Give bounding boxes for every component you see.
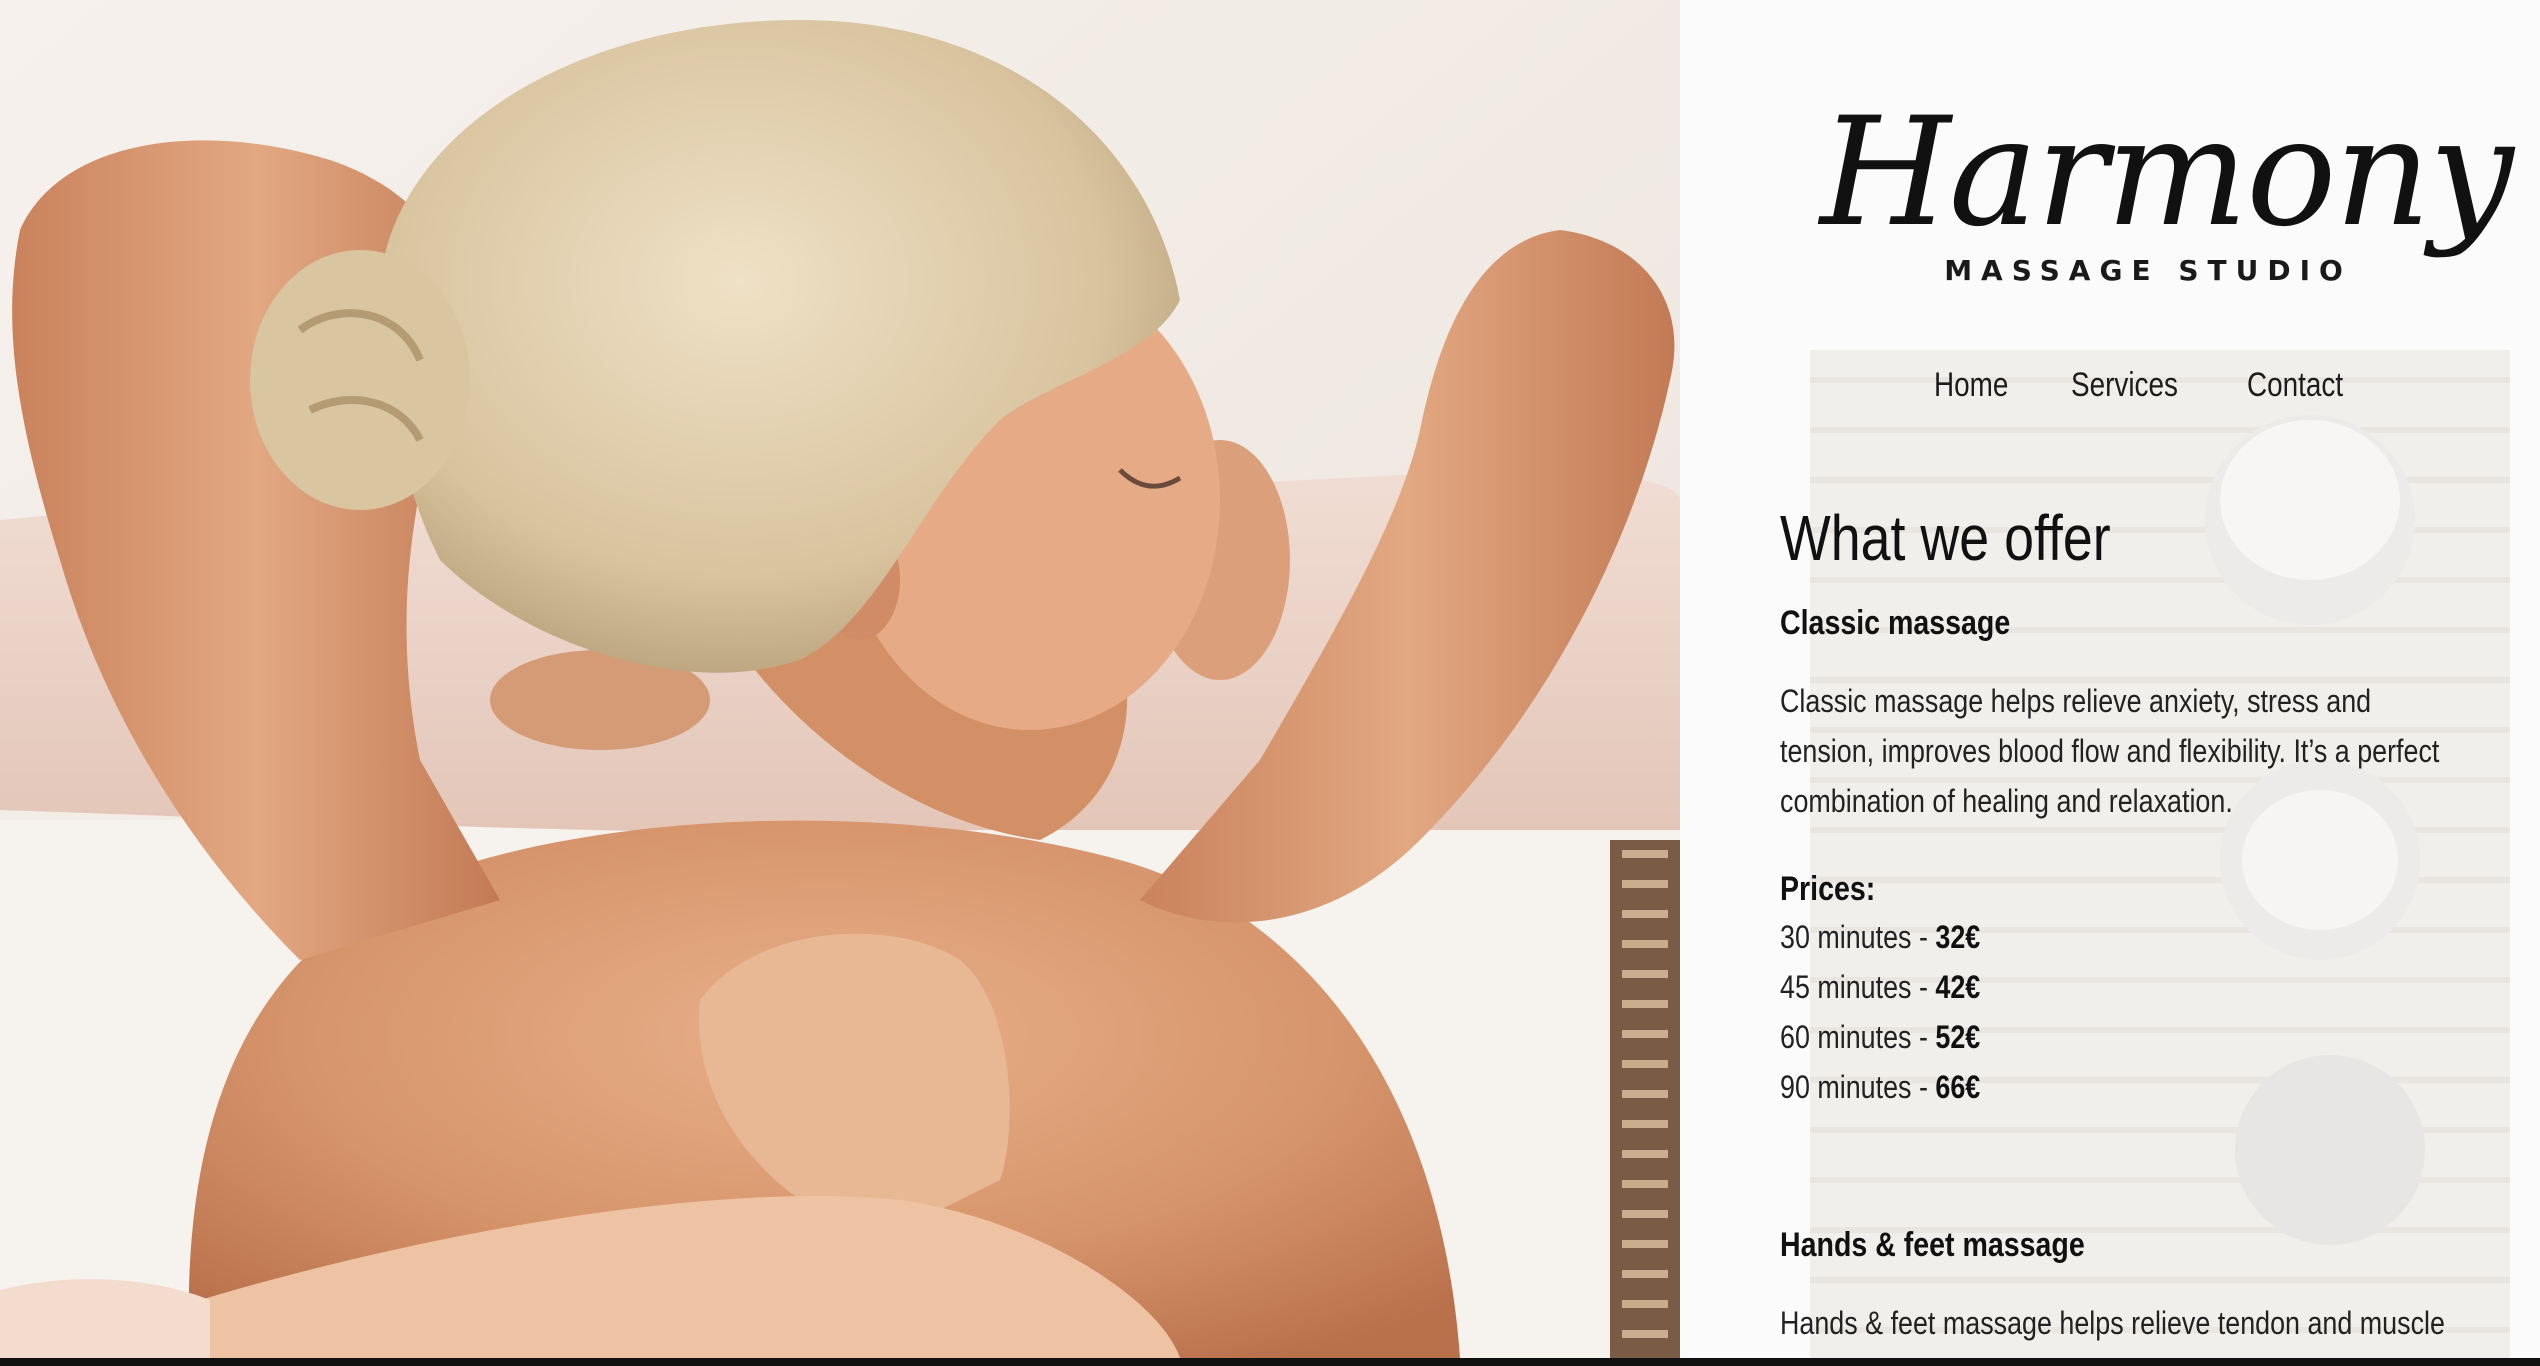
nav-contact[interactable]: Contact (2247, 366, 2343, 405)
hero-image (0, 0, 1680, 1358)
site-logo[interactable]: Harmony MASSAGE STUDIO (1820, 86, 2514, 298)
service-description: Classic massage helps relieve anxiety, s… (1780, 683, 2440, 819)
service-title: Hands & feet massage (1780, 1226, 2085, 1264)
services-section: What we offer Classic massage Classic ma… (1780, 496, 2445, 1358)
price-row: 90 minutes - 66€ (1780, 1062, 2334, 1112)
price-amount: 32€ (1935, 919, 1981, 955)
price-amount: 66€ (1935, 1069, 1981, 1105)
price-duration: 60 minutes - (1780, 1019, 1936, 1055)
price-row: 45 minutes - 42€ (1780, 962, 2334, 1012)
content-panel: Harmony MASSAGE STUDIO Home Services Con… (1680, 0, 2540, 1358)
price-amount: 52€ (1935, 1019, 1981, 1055)
price-amount: 42€ (1935, 969, 1981, 1005)
window-bottom-edge (0, 1358, 2540, 1366)
main-nav: Home Services Contact (1934, 366, 2364, 405)
service-title: Classic massage (1780, 604, 2011, 642)
logo-script-text: Harmony (1820, 86, 2514, 260)
section-heading: What we offer (1780, 502, 2111, 574)
logo-subtitle: MASSAGE STUDIO (1944, 254, 2352, 287)
price-duration: 90 minutes - (1780, 1069, 1936, 1105)
price-row: 60 minutes - 52€ (1780, 1012, 2334, 1062)
nav-services[interactable]: Services (2071, 366, 2178, 405)
price-duration: 30 minutes - (1780, 919, 1936, 955)
price-row: 30 minutes - 32€ (1780, 912, 2334, 962)
prices-label: Prices: (1780, 870, 1876, 908)
service-description: Hands & feet massage helps relieve tendo… (1780, 1305, 2445, 1358)
nav-home[interactable]: Home (1934, 366, 2008, 405)
price-duration: 45 minutes - (1780, 969, 1936, 1005)
massage-photo-illustration (0, 0, 1680, 1358)
